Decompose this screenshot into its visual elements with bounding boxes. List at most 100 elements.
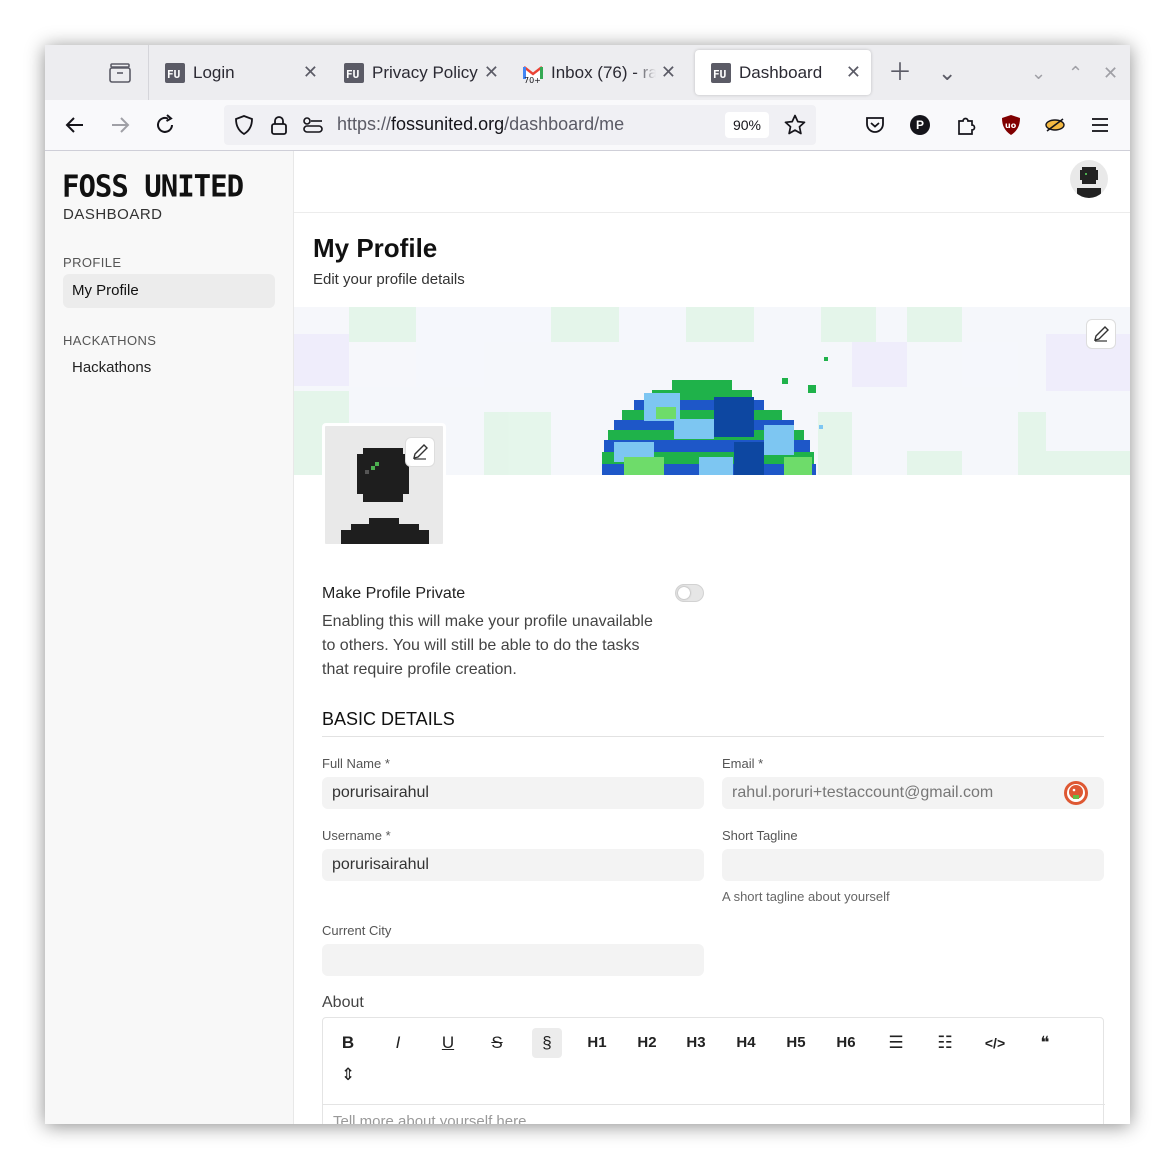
forward-icon[interactable] [108, 113, 132, 137]
url-path: /dashboard/me [504, 114, 625, 134]
duckduckgo-icon[interactable] [1063, 780, 1089, 806]
section-label-profile: PROFILE [63, 255, 122, 270]
toggle-knob [678, 587, 690, 599]
pencil-icon [1094, 326, 1109, 342]
svg-text:70+: 70+ [524, 76, 541, 83]
heading-1-button[interactable]: H1 [582, 1028, 612, 1058]
email-label: Email * [722, 756, 764, 771]
heading-6-button[interactable]: H6 [831, 1028, 861, 1058]
strikethrough-button[interactable]: S [482, 1028, 512, 1058]
tab-privacy-policy[interactable]: FU Privacy Policy ✕ [328, 50, 507, 95]
heading-2-button[interactable]: H2 [632, 1028, 662, 1058]
firefox-view-icon[interactable] [109, 63, 131, 83]
email-field[interactable]: rahul.poruri+testaccount@gmail.com [722, 777, 1104, 809]
about-label: About [322, 994, 364, 1011]
main-panel: My Profile Edit your profile details Mak… [294, 151, 1130, 1124]
numbered-list-button[interactable]: ☷ [930, 1028, 960, 1058]
bullet-list-button[interactable]: ☰ [881, 1028, 911, 1058]
svg-text:FU: FU [167, 68, 181, 81]
url-scheme: https:// [337, 114, 392, 134]
shield-icon[interactable] [233, 114, 255, 136]
extensions-icon[interactable] [954, 113, 978, 137]
blockquote-button[interactable]: ❝ [1030, 1028, 1060, 1058]
page-subtitle: Edit your profile details [313, 271, 465, 288]
sidebar-item-my-profile[interactable]: My Profile [63, 274, 275, 308]
sidebar-item-hackathons[interactable]: Hackathons [63, 351, 275, 385]
fu-logo-icon: FU [165, 62, 185, 83]
tab-login[interactable]: FU Login ✕ [149, 50, 328, 95]
tab-dashboard[interactable]: FU Dashboard ✕ [695, 50, 871, 95]
underline-button[interactable]: U [433, 1028, 463, 1058]
list-all-tabs-icon[interactable]: ⌄ [938, 62, 956, 84]
fu-logo-icon: FU [344, 62, 364, 83]
foss-united-logo[interactable]: FOSS UNITED [62, 168, 244, 204]
tab-label: Privacy Policy [372, 62, 478, 82]
person-icon [1077, 167, 1101, 198]
private-profile-toggle[interactable] [675, 584, 704, 602]
close-icon[interactable]: ✕ [303, 63, 318, 81]
edit-banner-button[interactable] [1086, 319, 1116, 349]
city-field[interactable] [322, 944, 704, 976]
lock-icon[interactable] [268, 114, 290, 136]
bold-button[interactable]: B [333, 1028, 363, 1058]
heading-3-button[interactable]: H3 [681, 1028, 711, 1058]
tab-label: Dashboard [739, 62, 823, 82]
tab-bar: FU Login ✕ FU Privacy Policy ✕ 70+ Inbox… [45, 45, 1130, 100]
new-tab-icon[interactable]: ＋ [888, 61, 912, 85]
user-avatar[interactable] [1070, 160, 1108, 198]
divider [322, 736, 1104, 737]
username-field[interactable]: porurisairahul [322, 849, 704, 881]
heading-5-button[interactable]: H5 [781, 1028, 811, 1058]
top-header [294, 151, 1130, 213]
gmail-icon: 70+ [523, 65, 543, 83]
basic-details-heading: BASIC DETAILS [322, 709, 455, 729]
privacy-title: Make Profile Private [322, 585, 466, 602]
close-icon[interactable]: ✕ [484, 63, 499, 81]
pocket-icon[interactable] [863, 113, 887, 137]
account-avatar-icon[interactable]: P [910, 115, 930, 135]
close-icon[interactable]: ✕ [661, 63, 676, 81]
minimize-icon[interactable]: ⌄ [1031, 63, 1046, 84]
extension-fish-icon[interactable] [1043, 113, 1067, 137]
permissions-icon[interactable] [302, 115, 324, 135]
maximize-icon[interactable]: ⌃ [1068, 63, 1083, 84]
heading-4-button[interactable]: H4 [731, 1028, 761, 1058]
full-name-label: Full Name * [322, 756, 390, 771]
sidebar: FOSS UNITED DASHBOARD PROFILE My Profile… [45, 151, 294, 1124]
privacy-description: Enabling this will make your profile una… [322, 613, 653, 678]
back-icon[interactable] [63, 113, 87, 137]
svg-text:FU: FU [713, 68, 727, 81]
nav-bar: https://fossunited.org/dashboard/me 90% … [45, 100, 1130, 151]
tab-label: Inbox (76) - ra [551, 62, 656, 82]
tagline-hint: A short tagline about yourself [722, 889, 890, 904]
reload-icon[interactable] [153, 113, 177, 137]
menu-icon[interactable] [1088, 113, 1112, 137]
username-label: Username * [322, 828, 391, 843]
close-window-icon[interactable]: ✕ [1103, 63, 1118, 84]
tagline-label: Short Tagline [722, 828, 798, 843]
edit-picture-button[interactable] [405, 437, 435, 467]
about-placeholder[interactable]: Tell more about yourself here [333, 1113, 526, 1124]
page-content: FOSS UNITED DASHBOARD PROFILE My Profile… [45, 151, 1130, 1124]
horizontal-rule-button[interactable]: ⇕ [333, 1060, 363, 1090]
bookmark-star-icon[interactable] [783, 113, 807, 137]
full-name-field[interactable]: porurisairahul [322, 777, 704, 809]
city-label: Current City [322, 923, 392, 938]
tab-label: Login [193, 62, 235, 82]
paragraph-button[interactable]: § [532, 1028, 562, 1058]
url-text[interactable]: https://fossunited.org/dashboard/me [337, 114, 624, 135]
zoom-indicator[interactable]: 90% [725, 112, 769, 138]
svg-text:FU: FU [346, 68, 360, 81]
dashboard-subtitle: DASHBOARD [63, 206, 163, 223]
url-domain: fossunited.org [391, 114, 505, 134]
italic-button[interactable]: I [383, 1028, 413, 1058]
url-bar[interactable]: https://fossunited.org/dashboard/me 90% [224, 105, 816, 145]
section-label-hackathons: HACKATHONS [63, 333, 157, 348]
code-button[interactable]: </> [980, 1028, 1010, 1058]
tab-inbox[interactable]: 70+ Inbox (76) - ra ✕ [507, 50, 686, 95]
tagline-field[interactable] [722, 849, 1104, 881]
close-icon[interactable]: ✕ [846, 63, 861, 81]
browser-window: FU Login ✕ FU Privacy Policy ✕ 70+ Inbox… [45, 45, 1130, 1124]
ublock-icon[interactable]: uo [999, 113, 1023, 137]
pixel-globe [602, 357, 828, 475]
